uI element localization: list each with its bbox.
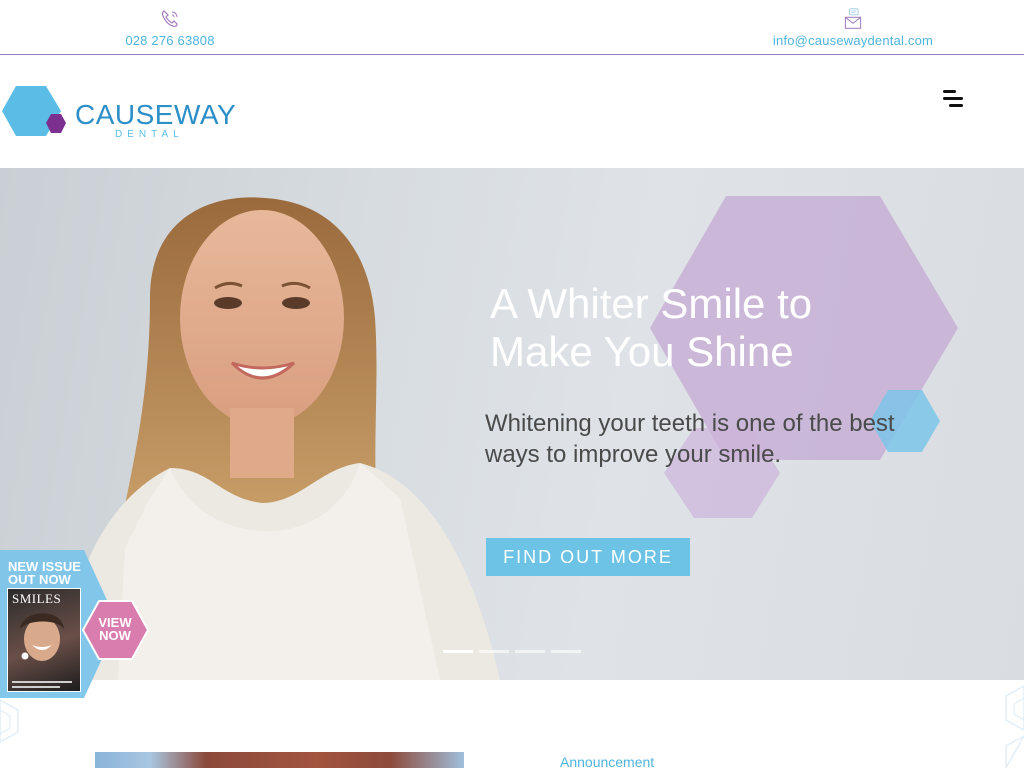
- site-header: CAUSEWAY DENTAL: [0, 56, 1024, 168]
- new-issue-line2: OUT NOW: [8, 572, 71, 587]
- hero-slider: A Whiter Smile to Make You Shine Whiteni…: [0, 168, 1024, 680]
- slider-dot-3[interactable]: [515, 650, 545, 653]
- magazine-cover-image: SMILES: [7, 588, 81, 692]
- logo-name: CAUSEWAY: [75, 99, 237, 130]
- find-out-more-button[interactable]: FIND OUT MORE: [486, 538, 690, 576]
- top-contact-bar: 028 276 63808 info@causewaydental.com: [0, 0, 1024, 55]
- view-now-button[interactable]: VIEW NOW: [82, 600, 150, 660]
- envelope-icon: [844, 8, 862, 29]
- view-now-label: VIEW NOW: [82, 616, 148, 642]
- logo-subtitle: DENTAL: [115, 129, 184, 140]
- phone-link[interactable]: 028 276 63808: [110, 8, 230, 50]
- email-link[interactable]: info@causewaydental.com: [760, 8, 946, 50]
- magazine-cover-face: [12, 613, 72, 688]
- slider-dot-2[interactable]: [479, 650, 509, 653]
- view-now-line2: NOW: [99, 628, 131, 643]
- hamburger-menu-icon[interactable]: [940, 88, 966, 110]
- hero-subtitle: Whitening your teeth is one of the best …: [485, 410, 895, 468]
- phone-number: 028 276 63808: [125, 33, 215, 48]
- phone-icon: [161, 10, 178, 27]
- slider-dot-1[interactable]: [443, 650, 473, 653]
- logo-hexagon-icon: [2, 86, 66, 136]
- slider-dot-4[interactable]: [551, 650, 581, 653]
- practice-building-image: [95, 752, 464, 768]
- hero-title: A Whiter Smile to Make You Shine: [490, 280, 813, 375]
- magazine-promo[interactable]: NEW ISSUE OUT NOW SMILES VIEW NOW: [0, 548, 150, 700]
- right-hexagon-pattern: [1005, 685, 1024, 768]
- new-issue-label: NEW ISSUE OUT NOW: [8, 560, 81, 586]
- causeway-logo[interactable]: CAUSEWAY DENTAL: [2, 84, 236, 142]
- left-hexagon-pattern: [0, 699, 19, 743]
- email-address: info@causewaydental.com: [772, 33, 934, 48]
